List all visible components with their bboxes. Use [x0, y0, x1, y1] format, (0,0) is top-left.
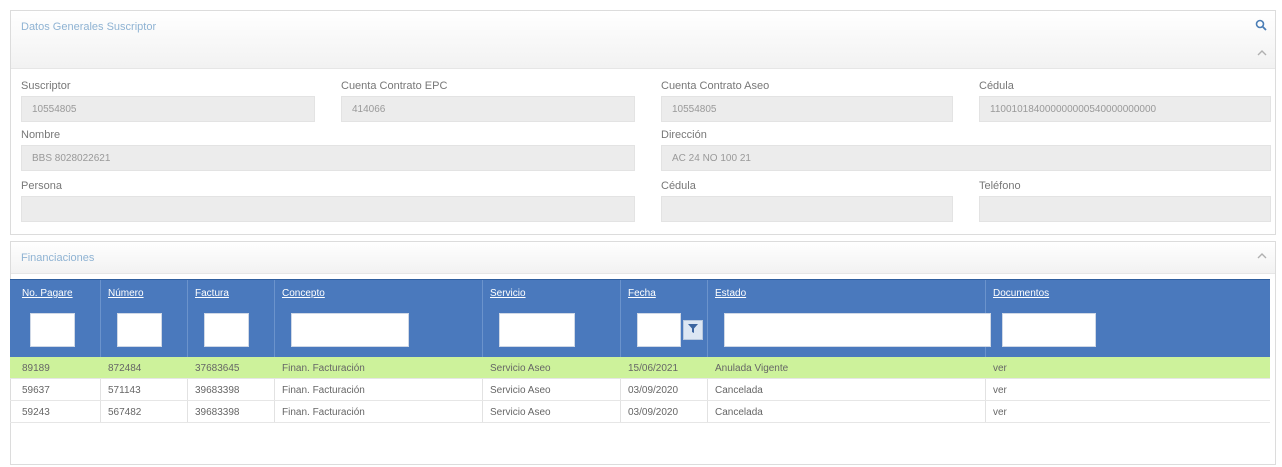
cell-divider: [482, 401, 483, 422]
cell-divider: [187, 379, 188, 400]
financing-grid: No. Pagare Número Factura Concepto Servi…: [10, 279, 1270, 423]
cell-divider: [707, 401, 708, 422]
cell-fecha: 15/06/2021: [628, 363, 679, 374]
nombre-field[interactable]: BBS 8028022621: [21, 145, 635, 171]
column-divider: [100, 280, 101, 357]
cell-divider: [274, 379, 275, 400]
cell-divider: [187, 401, 188, 422]
filter-concepto-input[interactable]: [291, 313, 409, 347]
subscriber-panel-header: Datos Generales Suscriptor: [11, 11, 1275, 69]
cell-factura: 39683398: [195, 407, 240, 418]
cedula-catastral-field[interactable]: 110010184000000000540000000000: [979, 96, 1271, 122]
financing-panel-header: Financiaciones: [11, 242, 1275, 274]
column-header-numero[interactable]: Número: [108, 288, 144, 299]
cell-concepto: Finan. Facturación: [282, 363, 365, 374]
cell-factura: 39683398: [195, 385, 240, 396]
filter-estado-input[interactable]: [724, 313, 991, 347]
nombre-label: Nombre: [21, 129, 61, 141]
cell-no-pagare: 59637: [22, 385, 50, 396]
column-header-servicio[interactable]: Servicio: [490, 288, 526, 299]
cell-divider: [985, 401, 986, 422]
search-icon[interactable]: [1255, 19, 1269, 33]
filter-numero-input[interactable]: [117, 313, 162, 347]
cell-fecha: 03/09/2020: [628, 407, 679, 418]
cell-divider: [985, 379, 986, 400]
cell-servicio: Servicio Aseo: [490, 407, 551, 418]
cell-estado: Cancelada: [715, 407, 763, 418]
financing-panel-title: Financiaciones: [21, 252, 95, 264]
cell-divider: [482, 379, 483, 400]
table-row[interactable]: 59243 567482 39683398 Finan. Facturación…: [10, 401, 1270, 423]
cell-concepto: Finan. Facturación: [282, 385, 365, 396]
subscriber-panel-title: Datos Generales Suscriptor: [21, 21, 157, 33]
chevron-up-icon[interactable]: [1255, 252, 1269, 264]
telefono-label: Teléfono: [979, 180, 1021, 192]
cell-estado: Anulada Vigente: [715, 363, 789, 374]
cell-servicio: Servicio Aseo: [490, 363, 551, 374]
cell-numero: 872484: [108, 363, 142, 374]
telefono-field[interactable]: [979, 196, 1271, 222]
persona-label: Persona: [21, 180, 62, 192]
direccion-label: Dirección: [661, 129, 707, 141]
cell-divider: [100, 401, 101, 422]
cuenta-contrato-aseo-field[interactable]: 10554805: [661, 96, 953, 122]
column-divider: [274, 280, 275, 357]
column-header-no-pagare[interactable]: No. Pagare: [22, 288, 73, 299]
cell-divider: [274, 401, 275, 422]
ver-documentos-link[interactable]: ver: [993, 363, 1007, 374]
chevron-up-icon[interactable]: [1255, 49, 1269, 61]
cell-divider: [100, 379, 101, 400]
table-row[interactable]: 89189 872484 37683645 Finan. Facturación…: [10, 357, 1270, 379]
cedula-field[interactable]: [661, 196, 953, 222]
column-header-documentos[interactable]: Documentos: [993, 288, 1049, 299]
grid-header: No. Pagare Número Factura Concepto Servi…: [10, 279, 1270, 357]
column-header-factura[interactable]: Factura: [195, 288, 229, 299]
filter-documentos-input[interactable]: [1002, 313, 1096, 347]
column-divider: [187, 280, 188, 357]
cell-divider: [707, 379, 708, 400]
cell-factura: 37683645: [195, 363, 240, 374]
cedula-label: Cédula: [661, 180, 696, 192]
suscriptor-label: Suscriptor: [21, 80, 71, 92]
cedula-catastral-label: Cédula: [979, 80, 1014, 92]
column-divider: [707, 280, 708, 357]
suscriptor-field[interactable]: 10554805: [21, 96, 315, 122]
cell-no-pagare: 89189: [22, 363, 50, 374]
cell-concepto: Finan. Facturación: [282, 407, 365, 418]
column-divider: [482, 280, 483, 357]
cell-estado: Cancelada: [715, 385, 763, 396]
subscriber-panel: Datos Generales Suscriptor Suscriptor 10…: [10, 10, 1276, 235]
cell-fecha: 03/09/2020: [628, 385, 679, 396]
cuenta-contrato-aseo-label: Cuenta Contrato Aseo: [661, 80, 770, 92]
direccion-field[interactable]: AC 24 NO 100 21: [661, 145, 1271, 171]
cuenta-contrato-epc-label: Cuenta Contrato EPC: [341, 80, 448, 92]
cell-divider: [620, 401, 621, 422]
column-divider: [620, 280, 621, 357]
cell-numero: 567482: [108, 407, 142, 418]
cell-numero: 571143: [108, 385, 141, 396]
table-row[interactable]: 59637 571143 39683398 Finan. Facturación…: [10, 379, 1270, 401]
cell-divider: [620, 379, 621, 400]
column-header-fecha[interactable]: Fecha: [628, 288, 656, 299]
cuenta-contrato-epc-field[interactable]: 414066: [341, 96, 635, 122]
filter-factura-input[interactable]: [204, 313, 249, 347]
column-header-concepto[interactable]: Concepto: [282, 288, 325, 299]
filter-icon[interactable]: [683, 320, 703, 340]
ver-documentos-link[interactable]: ver: [993, 385, 1007, 396]
column-header-estado[interactable]: Estado: [715, 288, 746, 299]
cell-servicio: Servicio Aseo: [490, 385, 551, 396]
ver-documentos-link[interactable]: ver: [993, 407, 1007, 418]
filter-fecha-input[interactable]: [637, 313, 681, 347]
cell-no-pagare: 59243: [22, 407, 50, 418]
persona-field[interactable]: [21, 196, 635, 222]
filter-servicio-input[interactable]: [499, 313, 575, 347]
filter-no-pagare-input[interactable]: [30, 313, 75, 347]
